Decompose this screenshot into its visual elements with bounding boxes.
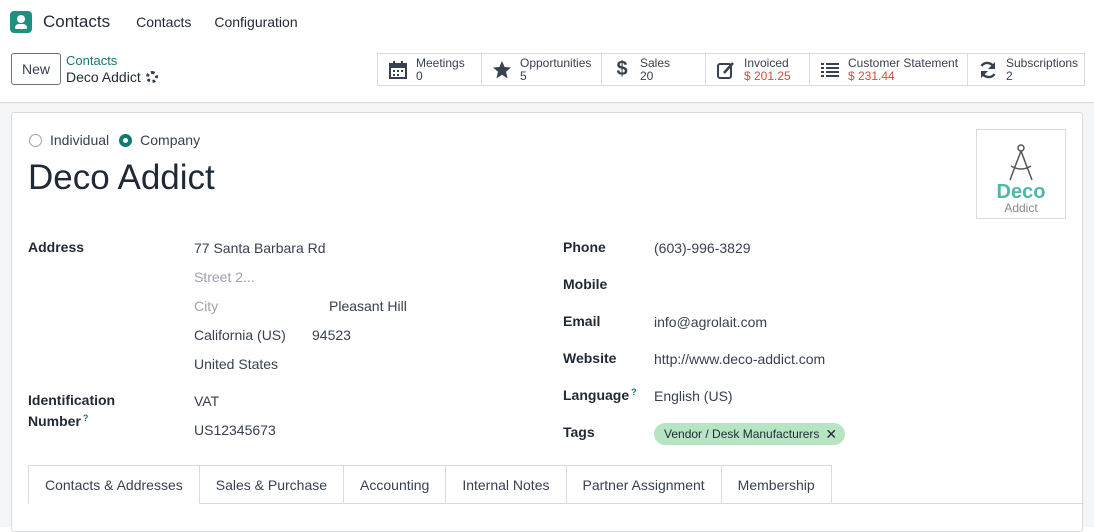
- radio-company[interactable]: [119, 133, 133, 147]
- new-button[interactable]: New: [11, 53, 61, 85]
- identification-help-icon[interactable]: ?: [83, 413, 89, 423]
- vat-type-field[interactable]: VAT: [194, 393, 219, 409]
- phone-label: Phone: [563, 239, 606, 255]
- top-navbar: Contacts Contacts Configuration: [0, 0, 1094, 44]
- identification-label-line1: Identification: [28, 392, 116, 408]
- notebook-tabs: Contacts & Addresses Sales & Purchase Ac…: [28, 465, 832, 504]
- address-label: Address: [28, 239, 85, 255]
- identification-label-text: Number: [28, 413, 81, 429]
- opportunities-value: 5: [520, 68, 527, 83]
- meetings-label: Meetings: [416, 55, 465, 70]
- radio-individual[interactable]: [29, 133, 42, 147]
- smart-buttons: Meetings 0 Opportunities 5 $ Sales 20 Invoi…: [377, 53, 1085, 86]
- control-panel: New Contacts Deco Addict Meetings 0 Oppor…: [0, 44, 1094, 103]
- breadcrumb: Contacts Deco Addict: [66, 53, 158, 85]
- logo-text-sub: Addict: [1004, 201, 1038, 215]
- sales-label: Sales: [640, 55, 671, 70]
- tags-label: Tags: [563, 424, 595, 440]
- subscriptions-label: Subscriptions: [1006, 55, 1079, 70]
- opportunities-button[interactable]: Opportunities 5: [482, 54, 602, 85]
- tab-accounting[interactable]: Accounting: [344, 465, 447, 504]
- city-field[interactable]: Pleasant Hill: [329, 298, 407, 314]
- form-sheet: Individual Company Deco Addict Deco Addi…: [11, 112, 1084, 532]
- radio-company-label[interactable]: Company: [140, 132, 200, 148]
- language-label-text: Language: [563, 387, 630, 403]
- star-icon: [491, 59, 513, 81]
- language-field[interactable]: English (US): [654, 388, 733, 404]
- tag-badge: Vendor / Desk Manufacturers ✕: [654, 423, 846, 445]
- language-help-icon[interactable]: ?: [631, 387, 637, 397]
- vat-number-field[interactable]: US12345673: [194, 422, 276, 438]
- invoiced-label: Invoiced: [744, 55, 789, 70]
- contact-name-field[interactable]: Deco Addict: [28, 158, 215, 198]
- phone-field[interactable]: (603)-996-3829: [654, 240, 751, 256]
- radio-individual-label[interactable]: Individual: [50, 132, 109, 148]
- zip-field[interactable]: 94523: [312, 327, 351, 343]
- invoiced-value: $ 201.25: [744, 68, 791, 83]
- sales-button[interactable]: $ Sales 20: [602, 54, 706, 85]
- city-placeholder-field[interactable]: City: [194, 298, 218, 314]
- app-name[interactable]: Contacts: [43, 12, 110, 32]
- tab-internal-notes[interactable]: Internal Notes: [446, 465, 567, 504]
- breadcrumb-contacts-link[interactable]: Contacts: [66, 53, 158, 69]
- logo-text-main: Deco: [996, 181, 1046, 203]
- tab-membership[interactable]: Membership: [721, 465, 832, 504]
- street-field[interactable]: 77 Santa Barbara Rd: [194, 240, 326, 256]
- list-icon: [819, 59, 841, 81]
- company-logo[interactable]: Deco Addict: [976, 129, 1066, 219]
- street2-field[interactable]: Street 2...: [194, 269, 255, 285]
- remove-tag-icon[interactable]: ✕: [825, 427, 837, 441]
- tab-contacts-addresses[interactable]: Contacts & Addresses: [28, 465, 200, 504]
- compass-logo-icon: [1009, 144, 1033, 181]
- country-field[interactable]: United States: [194, 356, 278, 372]
- contacts-app-icon[interactable]: [10, 11, 32, 33]
- meetings-value: 0: [416, 68, 423, 83]
- customer-statement-value: $ 231.44: [848, 68, 895, 83]
- company-type-radio: Individual Company: [29, 132, 200, 148]
- website-label: Website: [563, 350, 617, 366]
- customer-statement-button[interactable]: Customer Statement $ 231.44: [810, 54, 968, 85]
- invoiced-button[interactable]: Invoiced $ 201.25: [706, 54, 810, 85]
- sales-value: 20: [640, 68, 654, 83]
- tag-label: Vendor / Desk Manufacturers: [664, 427, 820, 441]
- tab-sales-purchase[interactable]: Sales & Purchase: [199, 465, 345, 504]
- gear-icon[interactable]: [145, 71, 158, 83]
- dollar-icon: $: [616, 58, 628, 80]
- website-field[interactable]: http://www.deco-addict.com: [654, 351, 825, 367]
- mobile-label: Mobile: [563, 276, 608, 292]
- identification-label-line2: Number?: [28, 413, 88, 429]
- email-field[interactable]: info@agrolait.com: [654, 314, 767, 330]
- opportunities-label: Opportunities: [520, 55, 592, 70]
- subscriptions-button[interactable]: Subscriptions 2: [968, 54, 1085, 85]
- state-field[interactable]: California (US): [194, 327, 286, 343]
- refresh-icon: [977, 59, 999, 81]
- meetings-button[interactable]: Meetings 0: [378, 54, 482, 85]
- menu-configuration[interactable]: Configuration: [214, 14, 297, 30]
- customer-statement-label: Customer Statement: [848, 55, 959, 70]
- tab-partner-assignment[interactable]: Partner Assignment: [566, 465, 722, 504]
- subscriptions-value: 2: [1006, 68, 1013, 83]
- menu-contacts[interactable]: Contacts: [136, 14, 191, 30]
- invoice-icon: [715, 59, 737, 81]
- breadcrumb-current: Deco Addict: [66, 69, 141, 85]
- calendar-icon: [387, 59, 409, 81]
- mobile-field[interactable]: [654, 276, 954, 294]
- language-label: Language?: [563, 387, 637, 403]
- email-label: Email: [563, 313, 601, 329]
